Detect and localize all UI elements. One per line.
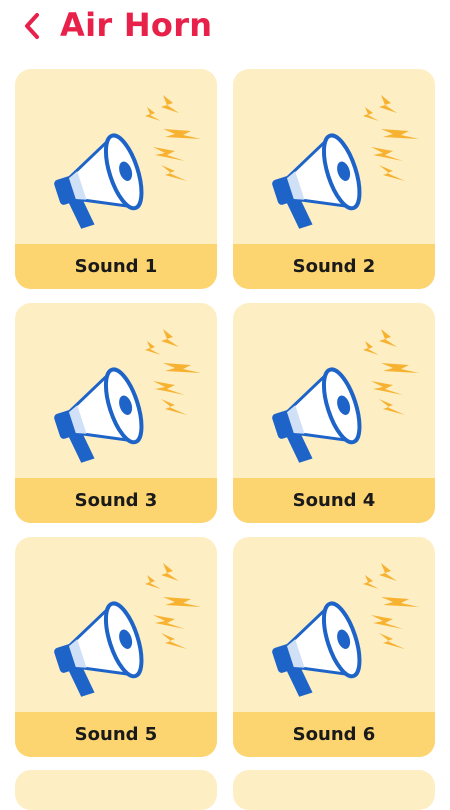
sound-label-bar: Sound 4 [233,478,435,523]
sound-card-6[interactable]: Sound 6 [233,537,435,757]
megaphone-icon [15,537,217,712]
sound-card-partial[interactable] [15,770,217,810]
sound-label: Sound 4 [292,490,376,511]
sound-card-2[interactable]: Sound 2 [233,69,435,289]
sound-label: Sound 2 [292,256,376,277]
sound-label: Sound 5 [74,724,158,745]
megaphone-icon [233,303,435,478]
sound-card-5[interactable]: Sound 5 [15,537,217,757]
sound-card-partial[interactable] [233,770,435,810]
sound-label-bar: Sound 3 [15,478,217,523]
megaphone-icon [15,303,217,478]
sound-grid: Sound 1 Sound 2 Sound 3 Sound 4 Sound 5 … [0,0,450,810]
sound-label-bar: Sound 2 [233,244,435,289]
megaphone-icon [15,69,217,244]
sound-label-bar: Sound 1 [15,244,217,289]
sound-card-3[interactable]: Sound 3 [15,303,217,523]
sound-label: Sound 6 [292,724,376,745]
sound-card-1[interactable]: Sound 1 [15,69,217,289]
megaphone-icon [233,537,435,712]
sound-label: Sound 1 [74,256,158,277]
sound-label-bar: Sound 6 [233,712,435,757]
sound-label: Sound 3 [74,490,158,511]
megaphone-icon [233,69,435,244]
sound-label-bar: Sound 5 [15,712,217,757]
sound-card-4[interactable]: Sound 4 [233,303,435,523]
